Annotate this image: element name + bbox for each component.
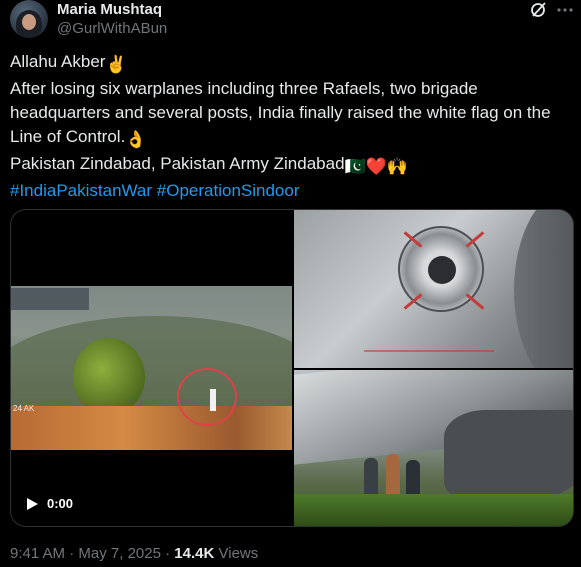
video-player[interactable]: 24 AK 0:00 [11, 210, 292, 526]
ok-hand-emoji: 👌 [125, 130, 147, 149]
hashtag-operation-sindoor[interactable]: #OperationSindoor [157, 181, 300, 200]
meta-separator: · [165, 545, 171, 562]
video-frame: 24 AK [11, 286, 292, 450]
play-icon[interactable] [25, 497, 39, 511]
views-label: Views [218, 545, 259, 562]
tweet-line-1: Allahu Akber✌️ [10, 50, 575, 77]
video-hud-overlay [11, 288, 89, 310]
victory-hand-emoji: ✌️ [105, 55, 127, 74]
tweet-line-3: Pakistan Zindabad, Pakistan Army Zindaba… [10, 152, 575, 179]
photo-wreckage[interactable] [294, 370, 573, 526]
tweet-header: Maria Mushtaq @GurlWithABun [10, 0, 573, 42]
more-icon[interactable] [555, 0, 575, 20]
tweet-date[interactable]: May 7, 2025 [78, 545, 161, 562]
tweet-hashtags: #IndiaPakistanWar #OperationSindoor [10, 179, 575, 203]
tweet-time[interactable]: 9:41 AM [10, 545, 65, 562]
highlight-circle [177, 368, 237, 426]
avatar[interactable] [10, 0, 48, 38]
hashtag-india-pakistan-war[interactable]: #IndiaPakistanWar [10, 181, 152, 200]
tweet-body: After losing six warplanes including thr… [10, 79, 551, 149]
grok-icon[interactable] [529, 0, 549, 20]
video-overlay-text: 24 AK [13, 404, 35, 413]
views-count: 14.4K [174, 545, 215, 562]
tweet-meta: 9:41 AM · May 7, 2025 · 14.4K Views [10, 545, 258, 562]
tweet-text: Allahu Akber✌️ After losing six warplane… [10, 50, 575, 203]
white-flag [210, 389, 216, 411]
meta-separator: · [69, 545, 75, 562]
flag-heart-hands-emoji: 🇵🇰❤️🙌 [344, 157, 409, 176]
photo-metal-part[interactable] [294, 210, 573, 368]
video-time: 0:00 [47, 496, 74, 511]
author-name[interactable]: Maria Mushtaq [57, 1, 162, 18]
author-handle[interactable]: @GurlWithABun [57, 20, 167, 37]
media-grid: 24 AK 0:00 [10, 209, 574, 527]
